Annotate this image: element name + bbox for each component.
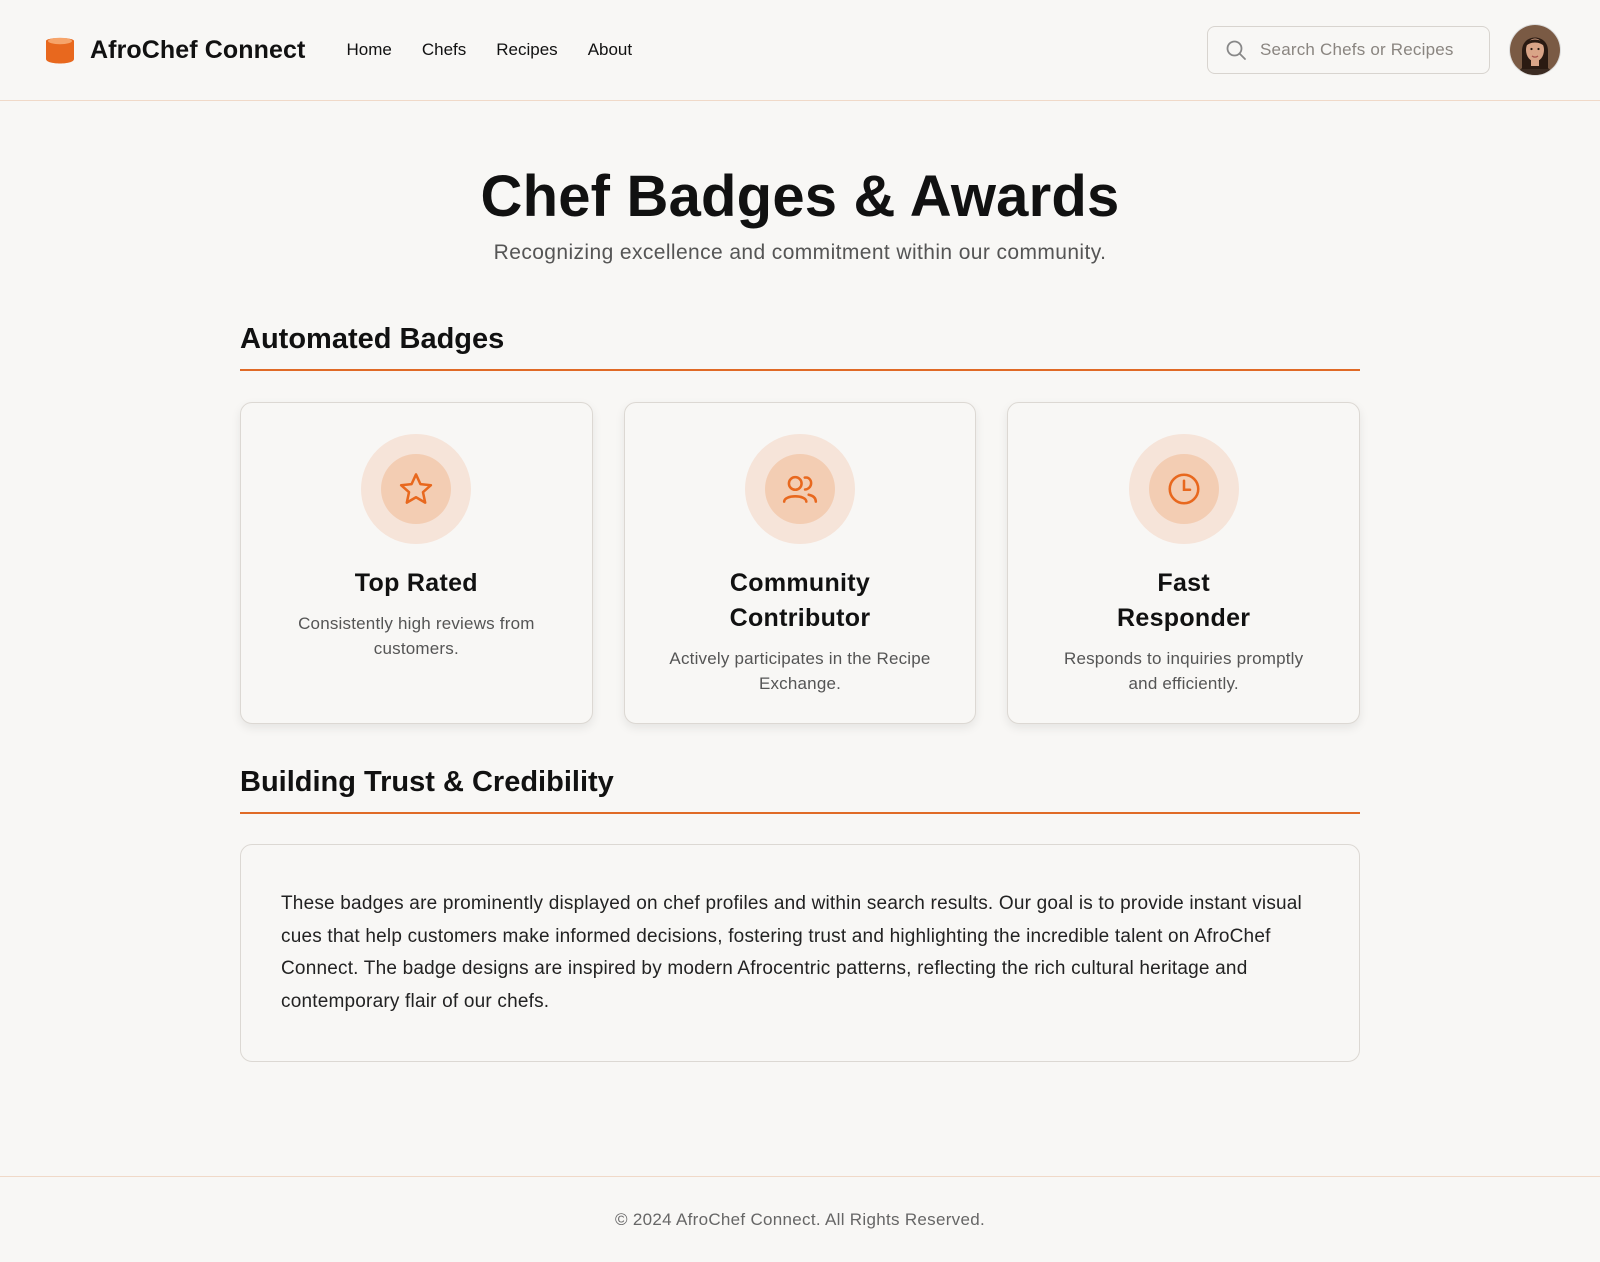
badge-cards: Top Rated Consistently high reviews from… bbox=[240, 402, 1361, 724]
copyright-text: © 2024 AfroChef Connect. All Rights Rese… bbox=[615, 1210, 985, 1229]
main-nav: Home Chefs Recipes About bbox=[346, 40, 632, 60]
site-header: AfroChef Connect Home Chefs Recipes Abou… bbox=[0, 0, 1600, 101]
main-content: Chef Badges & Awards Recognizing excelle… bbox=[240, 101, 1361, 1062]
cooking-pot-icon bbox=[46, 37, 74, 64]
badge-emblem bbox=[745, 434, 855, 544]
badge-card-community-contributor: Community Contributor Actively participa… bbox=[623, 402, 977, 724]
badge-description: Responds to inquiries promptly and effic… bbox=[1063, 649, 1304, 693]
search-input[interactable] bbox=[1260, 40, 1470, 60]
user-avatar[interactable] bbox=[1510, 25, 1560, 75]
search-box[interactable] bbox=[1207, 26, 1490, 74]
clock-icon bbox=[1168, 473, 1200, 505]
section-title-automated-badges: Automated Badges bbox=[240, 323, 1360, 371]
badge-description: Actively participates in the Recipe Exch… bbox=[669, 649, 931, 693]
badge-emblem bbox=[1128, 434, 1239, 544]
automated-badges-section: Automated Badges Top Rated Consistently … bbox=[240, 323, 1361, 724]
section-title-trust: Building Trust & Credibility bbox=[240, 766, 1360, 814]
nav-recipes[interactable]: Recipes bbox=[496, 40, 557, 60]
brand-name: AfroChef Connect bbox=[90, 35, 306, 64]
trust-description: These badges are prominently displayed o… bbox=[240, 844, 1360, 1062]
brand[interactable]: AfroChef Connect bbox=[44, 34, 305, 66]
page-subtitle: Recognizing excellence and commitment wi… bbox=[493, 241, 1107, 264]
badge-description: Consistently high reviews from customers… bbox=[298, 614, 535, 658]
badge-emblem bbox=[361, 434, 472, 544]
users-icon bbox=[782, 475, 818, 503]
badge-title: Top Rated bbox=[354, 569, 478, 597]
badge-title: Fast Responder bbox=[1117, 569, 1251, 632]
header-actions bbox=[1207, 25, 1560, 75]
badge-card-top-rated: Top Rated Consistently high reviews from… bbox=[240, 402, 593, 724]
star-icon bbox=[400, 473, 433, 504]
nav-chefs[interactable]: Chefs bbox=[422, 40, 466, 60]
nav-home[interactable]: Home bbox=[346, 40, 391, 60]
search-icon bbox=[1226, 40, 1246, 60]
page-title: Chef Badges & Awards bbox=[480, 164, 1120, 229]
badge-title: Community Contributor bbox=[729, 569, 871, 632]
badge-card-fast-responder: Fast Responder Responds to inquiries pro… bbox=[1007, 402, 1361, 724]
trust-section: Building Trust & Credibility These badge… bbox=[240, 766, 1360, 1062]
site-footer: © 2024 AfroChef Connect. All Rights Rese… bbox=[0, 1176, 1600, 1262]
nav-about[interactable]: About bbox=[588, 40, 632, 60]
